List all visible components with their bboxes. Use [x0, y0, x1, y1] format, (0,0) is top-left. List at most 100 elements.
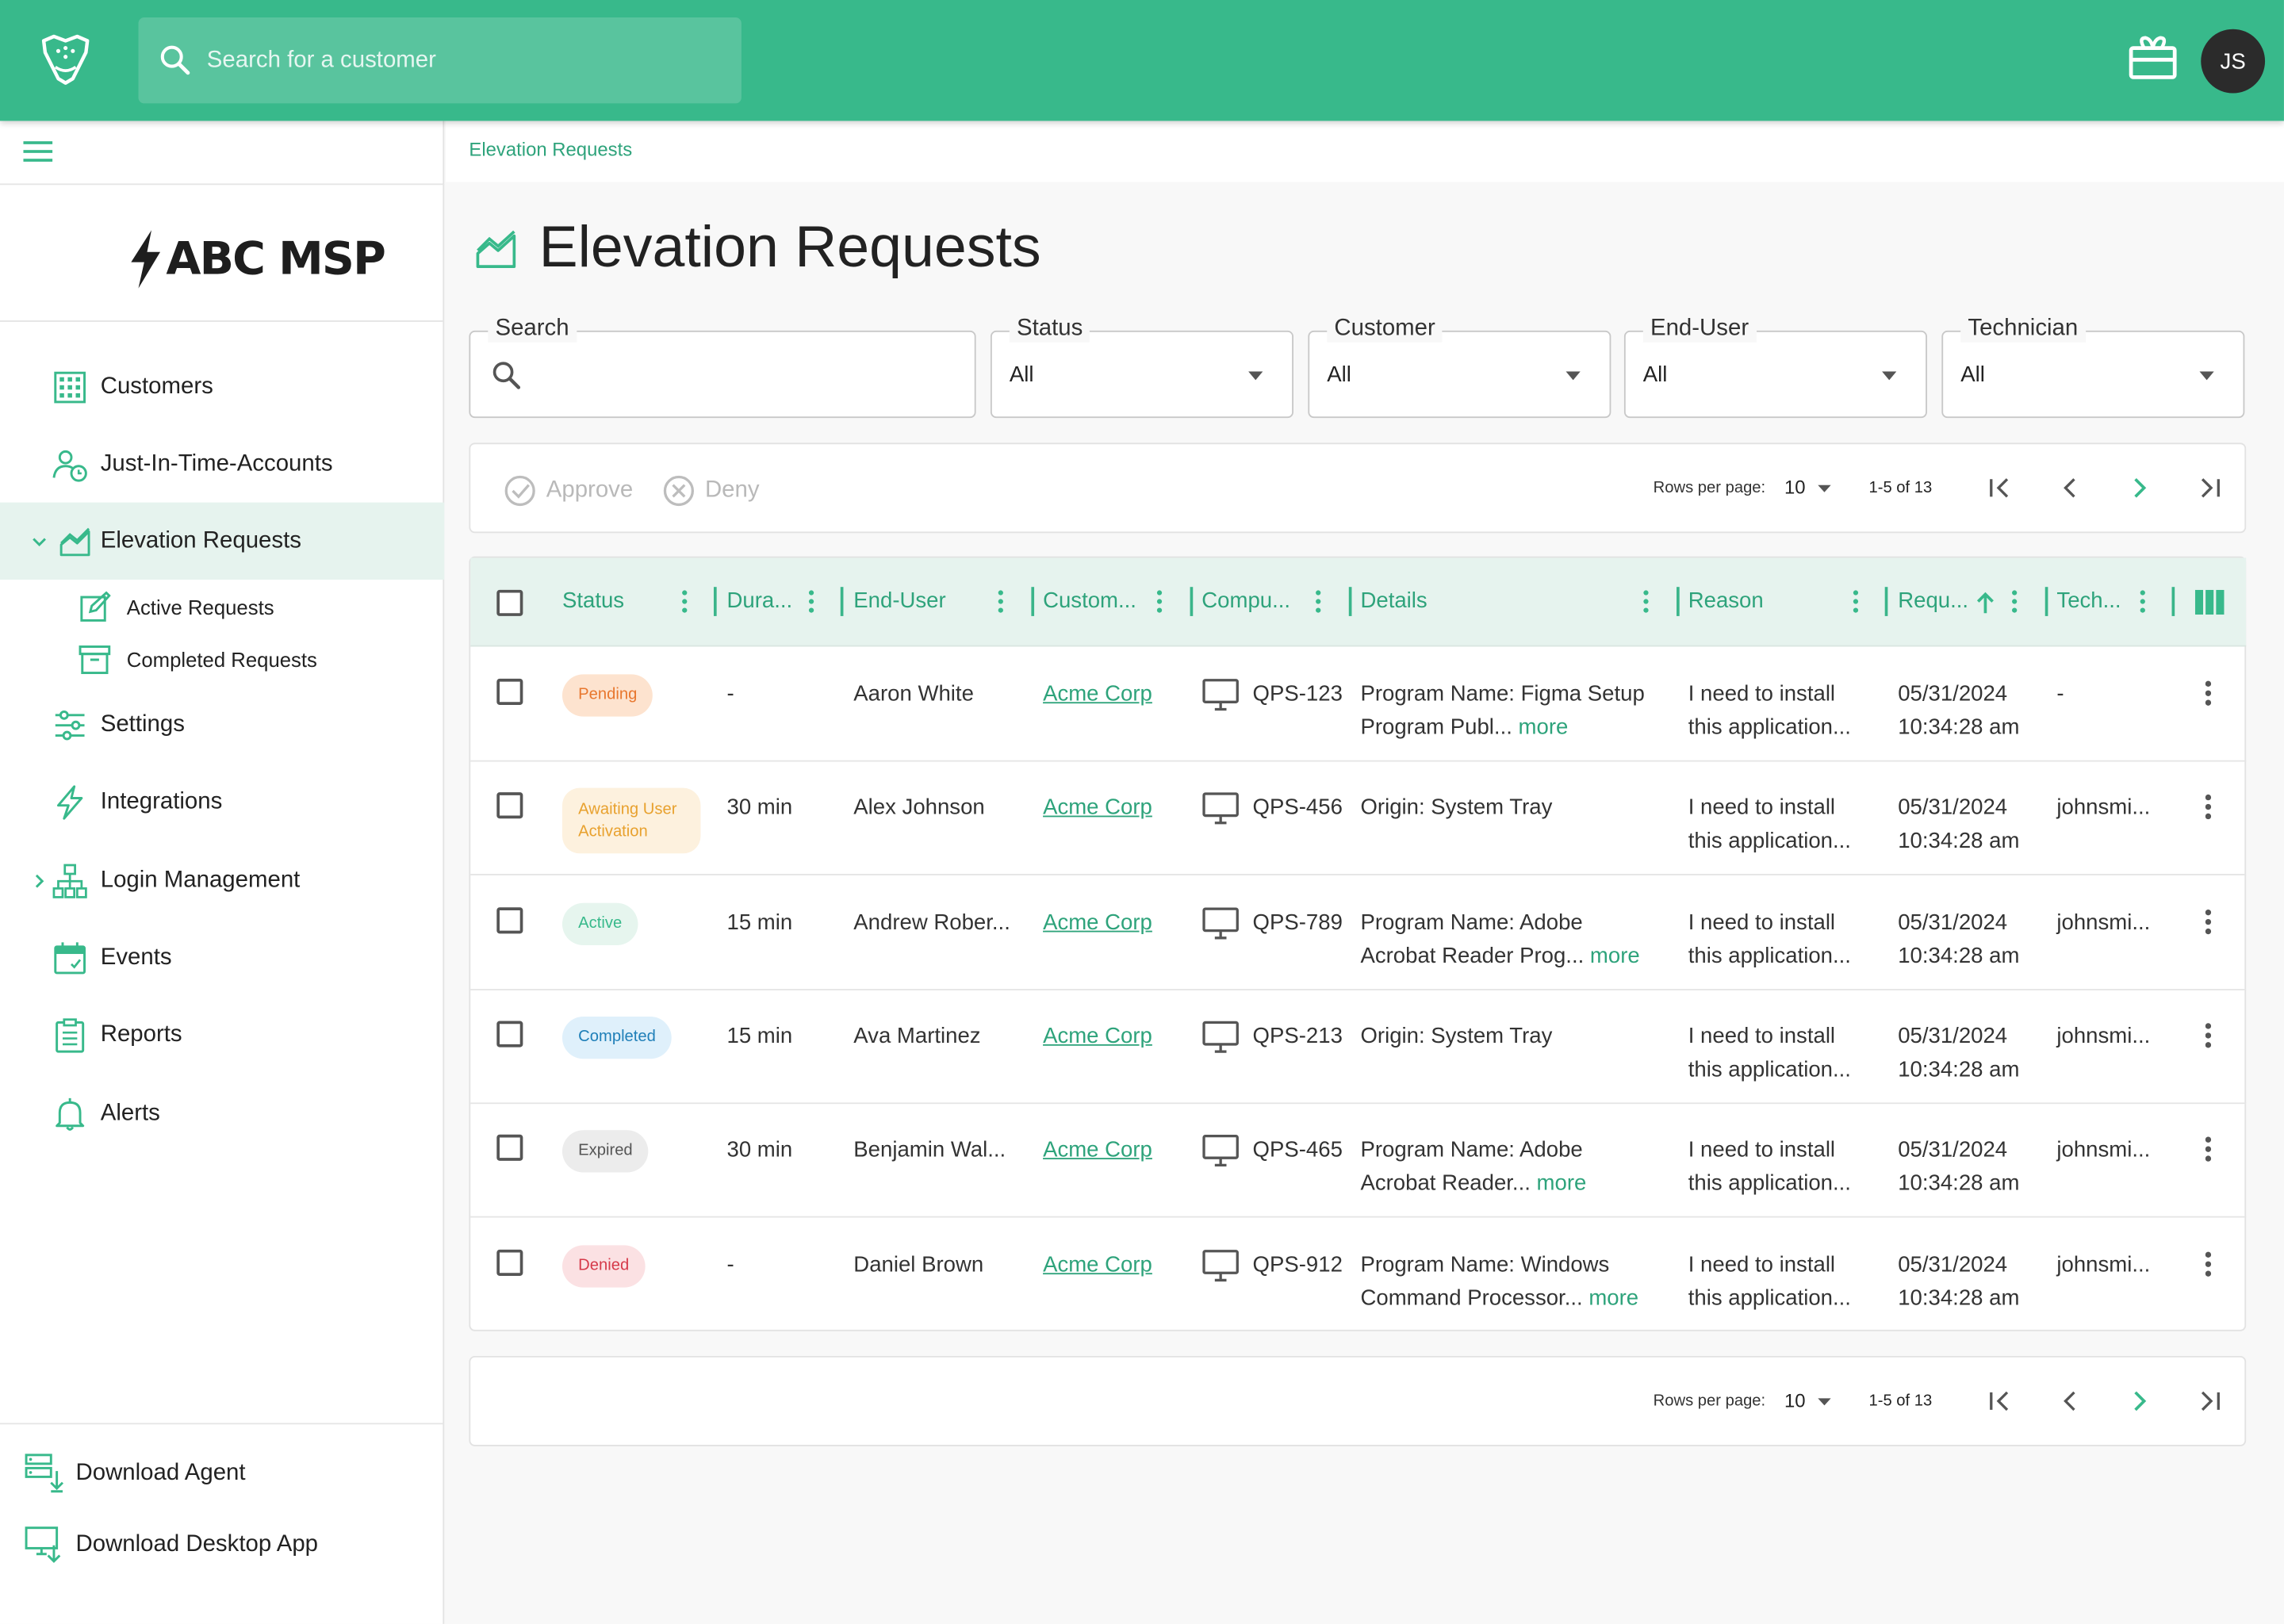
breadcrumb-bar [446, 121, 2284, 182]
more-link[interactable]: more [1590, 943, 1640, 967]
customer-search[interactable] [138, 17, 742, 104]
column-menu-icon[interactable] [998, 590, 1003, 613]
reason-line: I need to install [1688, 795, 1836, 821]
gift-icon[interactable] [2127, 32, 2179, 84]
sidebar-item-settings[interactable]: Settings [0, 686, 444, 763]
download-agent-link[interactable]: Download Agent [0, 1442, 444, 1506]
column-header-status[interactable]: Status [562, 588, 624, 613]
breadcrumb[interactable]: Elevation Requests [469, 138, 632, 160]
search-field[interactable]: Search [469, 316, 976, 419]
sidebar-subitem-completed-requests[interactable]: Completed Requests [0, 634, 444, 686]
table-row[interactable]: Pending - Aaron White Acme Corp QPS-123 Progr… [470, 648, 2247, 762]
rows-per-page-value[interactable]: 10 [1784, 477, 1806, 499]
technician-filter[interactable]: Technician All [1941, 316, 2245, 419]
column-divider[interactable] [1190, 587, 1194, 616]
row-menu-icon[interactable] [2205, 908, 2212, 934]
table-row[interactable]: Denied - Daniel Brown Acme Corp QPS-912 Progr… [470, 1218, 2246, 1331]
chevron-right-icon[interactable] [29, 870, 50, 891]
caret-down-icon[interactable] [1818, 485, 1831, 492]
user-avatar[interactable]: JS [2201, 29, 2266, 94]
caret-down-icon[interactable] [1818, 1398, 1831, 1406]
customer-link[interactable]: Acme Corp [1043, 1133, 1152, 1166]
column-menu-icon[interactable] [808, 590, 814, 613]
prev-page-icon[interactable] [2056, 473, 2085, 503]
sidebar-item-customers[interactable]: Customers [0, 348, 444, 425]
status-filter[interactable]: Status All [990, 316, 1293, 419]
column-menu-icon[interactable] [1156, 590, 1163, 613]
column-header-technician[interactable]: Tech... [2056, 588, 2121, 613]
sidebar-subitem-active-requests[interactable]: Active Requests [0, 581, 444, 634]
last-page-icon[interactable] [2195, 473, 2225, 503]
enduser-filter[interactable]: End-User All [1623, 316, 1927, 419]
column-header-details[interactable]: Details [1360, 588, 1427, 613]
details-cell: Program Name: Adobe Acrobat Reader... mor… [1360, 1133, 1586, 1200]
sidebar-item-integrations[interactable]: Integrations [0, 763, 444, 840]
column-divider[interactable] [1348, 587, 1352, 616]
column-divider[interactable] [2044, 587, 2048, 616]
customer-link[interactable]: Acme Corp [1043, 906, 1152, 939]
column-divider[interactable] [713, 587, 717, 616]
column-header-duration[interactable]: Dura... [727, 588, 793, 613]
column-header-end-user[interactable]: End-User [853, 588, 945, 613]
column-menu-icon[interactable] [2011, 590, 2018, 613]
column-menu-icon[interactable] [1853, 590, 1859, 613]
sidebar-item-jit-accounts[interactable]: Just-In-Time-Accounts [0, 425, 444, 502]
prev-page-icon[interactable] [2056, 1387, 2085, 1416]
column-menu-icon[interactable] [1643, 590, 1649, 613]
table-row[interactable]: Expired 30 min Benjamin Wal... Acme Corp QPS… [470, 1105, 2247, 1218]
row-checkbox[interactable] [496, 1135, 523, 1162]
row-menu-icon[interactable] [2205, 1022, 2212, 1048]
next-page-icon[interactable] [2125, 1387, 2155, 1416]
more-link[interactable]: more [1588, 1285, 1638, 1310]
customer-filter[interactable]: Customer All [1308, 316, 1611, 419]
customer-link[interactable]: Acme Corp [1043, 791, 1152, 825]
column-header-customer[interactable]: Custom... [1043, 588, 1136, 613]
row-menu-icon[interactable] [2205, 680, 2212, 707]
sort-ascending-icon[interactable] [1976, 592, 1996, 615]
row-checkbox[interactable] [496, 678, 523, 705]
column-divider[interactable] [1031, 587, 1035, 616]
column-divider[interactable] [1677, 587, 1680, 616]
row-checkbox[interactable] [496, 1021, 523, 1048]
sidebar-item-login-management[interactable]: Login Management [0, 842, 444, 919]
row-menu-icon[interactable] [2205, 1251, 2212, 1277]
column-divider[interactable] [1884, 587, 1888, 616]
first-page-icon[interactable] [1985, 473, 2014, 503]
sidebar-item-alerts[interactable]: Alerts [0, 1074, 444, 1151]
download-desktop-app-link[interactable]: Download Desktop App [0, 1513, 444, 1577]
column-menu-icon[interactable] [2140, 590, 2145, 613]
sidebar-item-reports[interactable]: Reports [0, 996, 444, 1073]
customer-link[interactable]: Acme Corp [1043, 1247, 1152, 1281]
table-row[interactable]: Active 15 min Andrew Rober... Acme Corp QPS-… [470, 876, 2247, 990]
row-checkbox[interactable] [496, 906, 523, 933]
row-checkbox[interactable] [496, 1248, 523, 1276]
more-link[interactable]: more [1537, 1171, 1587, 1196]
column-divider[interactable] [840, 587, 844, 616]
next-page-icon[interactable] [2125, 473, 2155, 503]
rows-per-page-value[interactable]: 10 [1784, 1389, 1806, 1411]
column-menu-icon[interactable] [1316, 590, 1321, 613]
first-page-icon[interactable] [1985, 1387, 2014, 1416]
row-checkbox[interactable] [496, 792, 523, 819]
column-menu-icon[interactable] [682, 590, 688, 613]
menu-icon[interactable] [23, 140, 55, 163]
row-menu-icon[interactable] [2205, 1136, 2212, 1162]
column-divider[interactable] [2171, 587, 2175, 616]
chevron-down-icon[interactable] [29, 530, 50, 551]
customer-link[interactable]: Acme Corp [1043, 677, 1152, 710]
column-header-reason[interactable]: Reason [1688, 588, 1764, 613]
sidebar-item-elevation-requests[interactable]: Elevation Requests [0, 502, 445, 580]
leopard-logo-icon[interactable] [35, 29, 96, 90]
row-menu-icon[interactable] [2205, 795, 2212, 821]
columns-icon[interactable] [2194, 589, 2225, 615]
last-page-icon[interactable] [2195, 1387, 2225, 1416]
column-header-requested[interactable]: Requ... [1898, 588, 1968, 613]
select-all-checkbox[interactable] [496, 589, 523, 616]
table-row[interactable]: Awaiting User Activation 30 min Alex Johns… [470, 762, 2247, 876]
sidebar-item-events[interactable]: Events [0, 919, 444, 996]
customer-link[interactable]: Acme Corp [1043, 1019, 1152, 1052]
more-link[interactable]: more [1519, 715, 1569, 740]
table-row[interactable]: Completed 15 min Ava Martinez Acme Corp QPS-… [470, 990, 2247, 1105]
column-header-computer[interactable]: Compu... [1201, 588, 1290, 613]
customer-search-input[interactable] [206, 17, 717, 104]
